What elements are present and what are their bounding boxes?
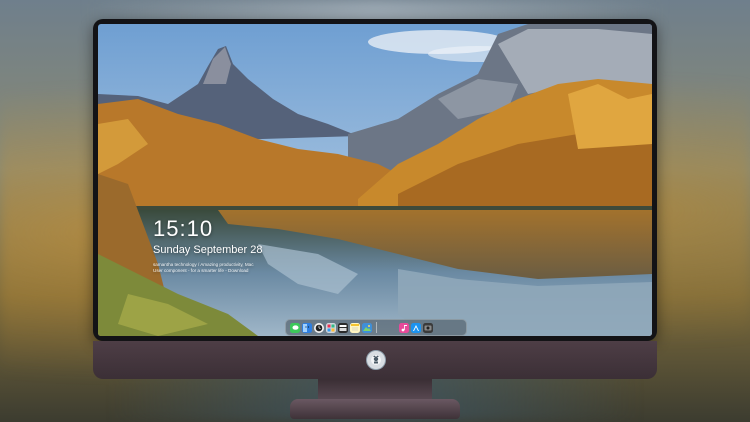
monitor-stand-neck <box>318 379 432 401</box>
brand-logo-icon <box>366 350 386 370</box>
clock-time: 15:10 <box>153 216 214 241</box>
camera-icon[interactable] <box>423 322 433 333</box>
clock-icon[interactable] <box>314 322 324 333</box>
notes-icon[interactable] <box>350 322 360 333</box>
notice-line-2: User component - for a smarter life - Do… <box>153 267 249 273</box>
dock-separator <box>376 322 377 333</box>
launchpad-icon[interactable] <box>326 322 336 333</box>
monitor-stand-base <box>290 399 460 419</box>
lock-screen-notice: samantha technology / Amazing productivi… <box>153 262 273 273</box>
itunes-icon[interactable] <box>399 322 409 333</box>
messages-icon[interactable] <box>290 322 300 333</box>
lock-screen-info: 15:10 Sunday September 28 samantha techn… <box>153 217 273 273</box>
desktop-screen: 15:10 Sunday September 28 samantha techn… <box>98 24 652 336</box>
app-store-icon[interactable] <box>411 322 421 333</box>
dock <box>285 319 467 336</box>
photos-icon[interactable] <box>362 322 372 333</box>
wallpaper <box>98 24 652 336</box>
finder-icon[interactable] <box>302 322 312 333</box>
monitor-frame: 15:10 Sunday September 28 samantha techn… <box>93 19 657 341</box>
monitor-chin <box>93 341 657 379</box>
stickies-icon[interactable] <box>338 322 348 333</box>
clock-date: Sunday September 28 <box>153 244 263 256</box>
